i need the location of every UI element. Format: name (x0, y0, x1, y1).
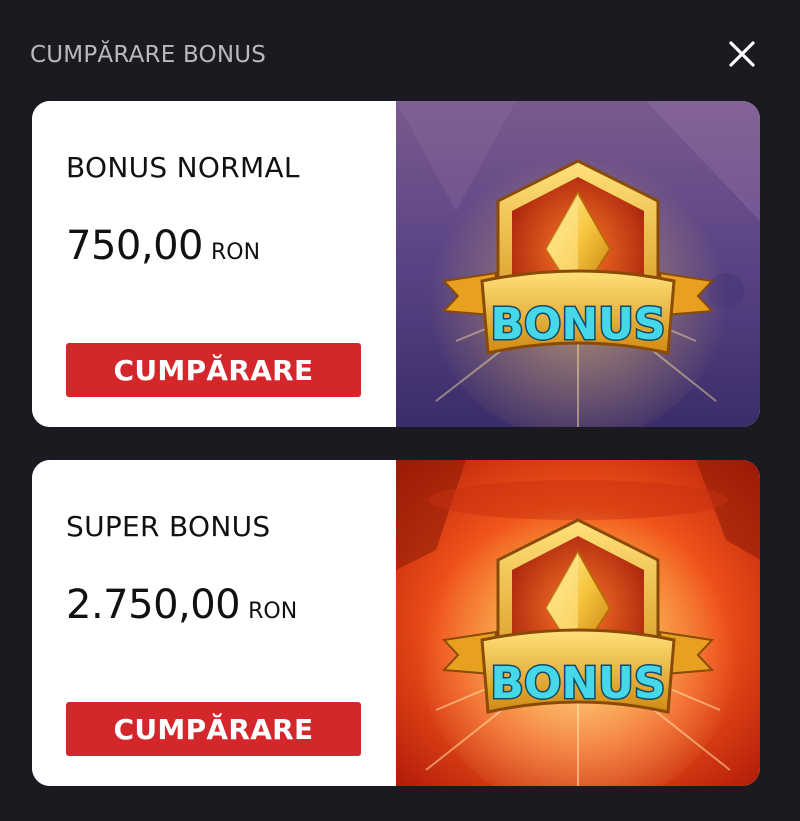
close-button[interactable] (724, 36, 760, 72)
offer-currency: RON (248, 599, 298, 624)
offer-details: BONUS NORMAL 750,00 RON CUMPĂRARE (32, 101, 396, 427)
offer-price: 2.750,00 (66, 582, 241, 628)
svg-text:BONUS: BONUS (490, 299, 665, 350)
price-row: 750,00 RON (66, 223, 260, 269)
bonus-gem-icon: BONUS (396, 101, 760, 427)
bonus-art-image: BONUS (396, 101, 760, 427)
price-row: 2.750,00 RON (66, 582, 297, 628)
svg-text:BONUS: BONUS (490, 658, 665, 709)
bonus-offer-card-normal: BONUS NORMAL 750,00 RON CUMPĂRARE BONUS (32, 101, 760, 427)
offer-details: SUPER BONUS 2.750,00 RON CUMPĂRARE (32, 460, 396, 786)
offer-currency: RON (210, 240, 261, 265)
close-icon (729, 41, 755, 67)
bonus-gem-icon: BONUS (396, 460, 760, 786)
buy-super-bonus-button[interactable]: CUMPĂRARE (66, 702, 361, 756)
bonus-art-image: BONUS (396, 460, 760, 786)
page-title: CUMPĂRARE BONUS (30, 42, 267, 68)
offer-title: BONUS NORMAL (66, 151, 300, 184)
buy-bonus-normal-button[interactable]: CUMPĂRARE (66, 343, 361, 397)
bonus-offer-card-super: SUPER BONUS 2.750,00 RON CUMPĂRARE BONUS (32, 460, 760, 786)
offer-price: 750,00 (66, 223, 203, 269)
offer-title: SUPER BONUS (66, 510, 271, 543)
